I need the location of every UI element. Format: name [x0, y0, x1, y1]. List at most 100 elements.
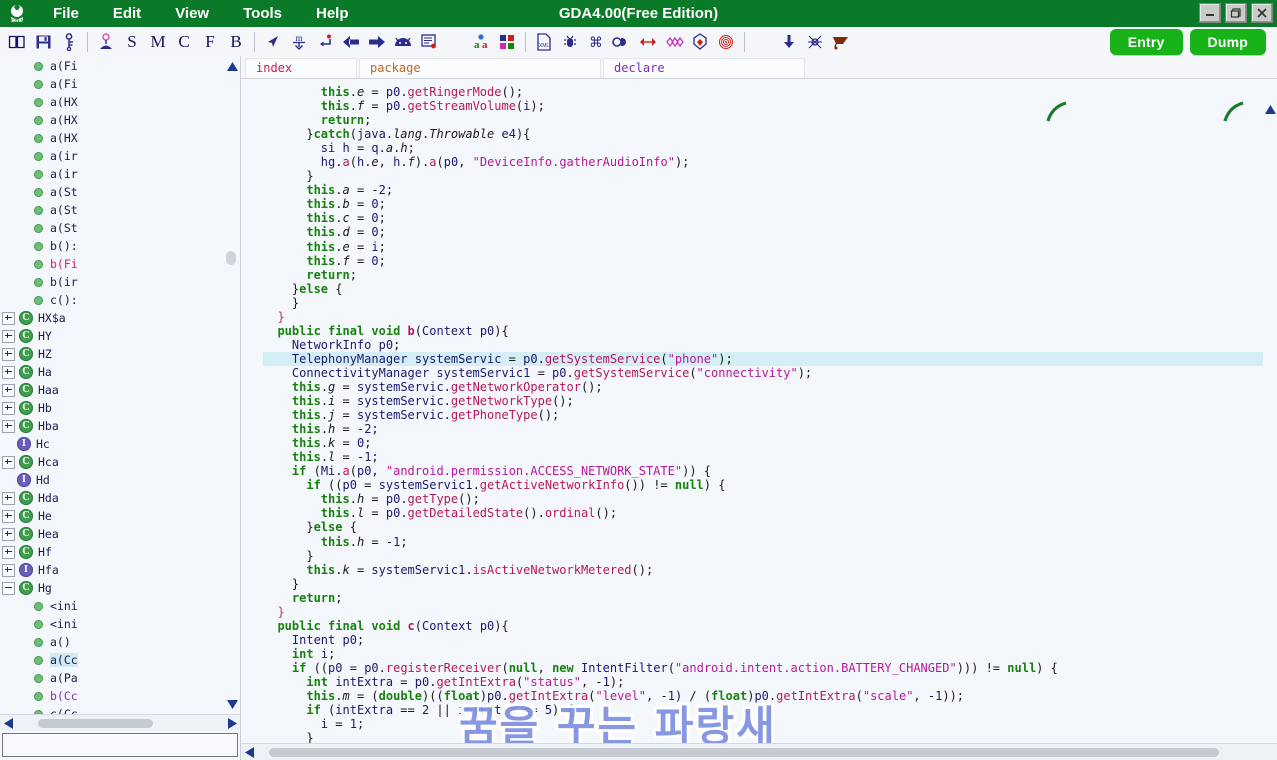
tree-vertical-scroll-thumb[interactable]	[226, 251, 236, 265]
toggle-switch-icon[interactable]	[609, 29, 635, 55]
command-icon[interactable]: ⌘	[583, 29, 609, 55]
tree-item[interactable]: a(Fi	[0, 57, 240, 75]
tree-item[interactable]: C Hg	[0, 579, 240, 597]
expand-icon[interactable]	[2, 365, 15, 379]
tree-item[interactable]: C He	[0, 507, 240, 525]
expand-icon[interactable]	[2, 383, 15, 397]
code-line[interactable]: return;	[263, 113, 1277, 127]
expand-icon[interactable]	[2, 545, 15, 559]
code-line[interactable]: i = 1;	[263, 717, 1277, 731]
code-line[interactable]: }	[263, 169, 1277, 183]
tree-item[interactable]: a(ir	[0, 147, 240, 165]
code-line[interactable]: this.h = p0.getType();	[263, 492, 1277, 506]
dump-button[interactable]: Dump	[1189, 28, 1266, 55]
menu-help[interactable]: Help	[299, 2, 366, 26]
code-line[interactable]: }	[263, 731, 1277, 743]
class-tree[interactable]: a(Fi a(Fi a(HX a(HX a(HX a(ir a(ir a(St a(St a(St…	[0, 56, 240, 715]
code-line[interactable]: this.f = p0.getStreamVolume(i);	[263, 99, 1277, 113]
help-icon[interactable]	[750, 29, 776, 55]
expand-icon[interactable]	[2, 509, 15, 523]
menu-file[interactable]: File	[36, 2, 96, 26]
tree-item[interactable]: b(ir	[0, 273, 240, 291]
open-book-icon[interactable]	[4, 29, 30, 55]
cursor-pointer-icon[interactable]	[260, 29, 286, 55]
expand-icon[interactable]	[2, 527, 15, 541]
code-vertical-scrollbar[interactable]	[1263, 79, 1277, 743]
expand-icon[interactable]	[2, 347, 15, 361]
code-line[interactable]: this.f = 0;	[263, 254, 1277, 268]
code-line[interactable]: this.e = i;	[263, 240, 1277, 254]
tree-item[interactable]: C Ha	[0, 363, 240, 381]
bytecode-icon[interactable]: B	[223, 29, 249, 55]
tree-item[interactable]: b(Fi	[0, 255, 240, 273]
tab-index[interactable]: index	[245, 58, 357, 78]
expand-icon[interactable]	[2, 455, 15, 469]
code-line[interactable]: if ((p0 = systemServic1.getActiveNetwork…	[263, 478, 1277, 492]
xml-file-icon[interactable]: XML	[531, 29, 557, 55]
tree-item[interactable]: C Haa	[0, 381, 240, 399]
code-line[interactable]: int i;	[263, 647, 1277, 661]
code-line[interactable]: ConnectivityManager systemServic1 = p0.g…	[263, 366, 1277, 380]
code-line[interactable]: }	[263, 605, 1277, 619]
close-button[interactable]	[1251, 3, 1273, 23]
tab-package[interactable]: package	[359, 58, 601, 78]
code-line[interactable]: this.h = -2;	[263, 422, 1277, 436]
expand-icon[interactable]	[2, 419, 15, 433]
enter-return-icon[interactable]	[312, 29, 338, 55]
save-icon[interactable]	[30, 29, 56, 55]
tree-item[interactable]: I Hc	[0, 435, 240, 453]
tree-item[interactable]: c():	[0, 291, 240, 309]
back-arrow-icon[interactable]	[338, 29, 364, 55]
fingerprint-icon[interactable]	[713, 29, 739, 55]
code-line[interactable]: this.a = -2;	[263, 183, 1277, 197]
code-line[interactable]: this.h = -1;	[263, 535, 1277, 549]
tree-item[interactable]: C Hea	[0, 525, 240, 543]
code-line[interactable]: this.m = (double)((float)p0.getIntExtra(…	[263, 689, 1277, 703]
tree-item[interactable]: <ini	[0, 597, 240, 615]
code-line[interactable]: this.j = systemServic.getPhoneType();	[263, 408, 1277, 422]
code-line[interactable]: }	[263, 310, 1277, 324]
method-search-icon[interactable]: M	[145, 29, 171, 55]
code-line[interactable]: }catch(java.lang.Throwable e4){	[263, 127, 1277, 141]
android-icon[interactable]	[390, 29, 416, 55]
android-bug-icon[interactable]	[557, 29, 583, 55]
download-icon[interactable]	[776, 29, 802, 55]
code-line[interactable]: this.c = 0;	[263, 211, 1277, 225]
minimize-button[interactable]	[1199, 3, 1221, 23]
code-line[interactable]: this.l = p0.getDetailedState().ordinal()…	[263, 506, 1277, 520]
code-line[interactable]: if ((p0 = p0.registerReceiver(null, new …	[263, 661, 1277, 675]
tree-item[interactable]: C Hda	[0, 489, 240, 507]
forward-arrow-icon[interactable]	[364, 29, 390, 55]
class-search-icon[interactable]: C	[171, 29, 197, 55]
tree-item[interactable]: C HY	[0, 327, 240, 345]
arrow-link-icon[interactable]	[635, 29, 661, 55]
code-horizontal-scrollbar[interactable]	[241, 743, 1277, 760]
expand-icon[interactable]	[2, 401, 15, 415]
tree-item[interactable]: a(HX	[0, 129, 240, 147]
spider-icon[interactable]	[802, 29, 828, 55]
collapse-icon[interactable]	[2, 581, 15, 595]
tree-item[interactable]: C HZ	[0, 345, 240, 363]
code-line[interactable]: this.k = 0;	[263, 436, 1277, 450]
tab-declare[interactable]: declare	[603, 58, 805, 78]
tree-item[interactable]: b():	[0, 237, 240, 255]
code-line[interactable]: return;	[263, 268, 1277, 282]
code-hscroll-left-arrow[interactable]	[241, 745, 257, 760]
tree-item[interactable]: C Hba	[0, 417, 240, 435]
color-grid-icon[interactable]	[494, 29, 520, 55]
tree-scroll-up-arrow[interactable]	[227, 60, 238, 74]
tree-item[interactable]: C HX$a	[0, 309, 240, 327]
antenna-icon[interactable]	[93, 29, 119, 55]
code-line[interactable]: this.i = systemServic.getNetworkType();	[263, 394, 1277, 408]
code-line[interactable]: this.b = 0;	[263, 197, 1277, 211]
code-line[interactable]: }else {	[263, 282, 1277, 296]
code-line[interactable]: }	[263, 549, 1277, 563]
tree-item[interactable]: C Hb	[0, 399, 240, 417]
tree-search-input[interactable]	[7, 737, 233, 754]
tree-horizontal-scrollbar[interactable]	[0, 714, 240, 732]
code-line[interactable]: NetworkInfo p0;	[263, 338, 1277, 352]
maximize-button[interactable]	[1225, 3, 1247, 23]
tree-hscroll-thumb[interactable]	[38, 718, 153, 728]
tree-scroll-down-arrow[interactable]	[227, 698, 238, 712]
tree-item[interactable]: a(Cc	[0, 651, 240, 669]
